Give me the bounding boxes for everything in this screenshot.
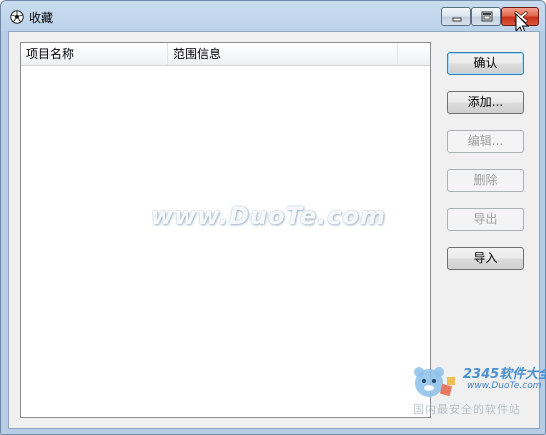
window-title: 收藏 bbox=[29, 11, 54, 25]
logo-url-text: www.DuoTe.com bbox=[467, 381, 542, 391]
favorites-window: 收藏 项目名称 范围信息 确认 添加... 编辑... 删除 导出 导入 www… bbox=[0, 0, 546, 435]
confirm-button[interactable]: 确认 bbox=[447, 52, 524, 75]
list-header: 项目名称 范围信息 bbox=[21, 43, 430, 66]
bear-mascot-icon bbox=[414, 367, 455, 397]
edit-button: 编辑... bbox=[447, 130, 524, 153]
add-button[interactable]: 添加... bbox=[447, 91, 524, 114]
logo-watermark: 2345软件大全 www.DuoTe.com 国内最安全的软件站 bbox=[405, 361, 546, 417]
maximize-icon bbox=[481, 11, 493, 22]
title-bar[interactable]: 收藏 bbox=[1, 1, 545, 35]
maximize-button[interactable] bbox=[471, 7, 501, 26]
export-button: 导出 bbox=[447, 208, 524, 231]
favorites-list[interactable]: 项目名称 范围信息 bbox=[20, 42, 431, 418]
minimize-icon bbox=[452, 17, 462, 22]
column-header-item-name[interactable]: 项目名称 bbox=[21, 43, 168, 65]
import-button[interactable]: 导入 bbox=[447, 247, 524, 270]
column-header-range-info[interactable]: 范围信息 bbox=[168, 43, 398, 65]
logo-brand-text: 2345软件大全 bbox=[463, 367, 546, 382]
minimize-button[interactable] bbox=[441, 7, 471, 26]
soccer-ball-icon bbox=[10, 10, 24, 24]
logo-slogan-text: 国内最安全的软件站 bbox=[413, 403, 521, 416]
delete-button: 删除 bbox=[447, 169, 524, 192]
site-watermark: www.DuoTe.com bbox=[151, 202, 386, 230]
column-header-filler bbox=[398, 43, 430, 65]
